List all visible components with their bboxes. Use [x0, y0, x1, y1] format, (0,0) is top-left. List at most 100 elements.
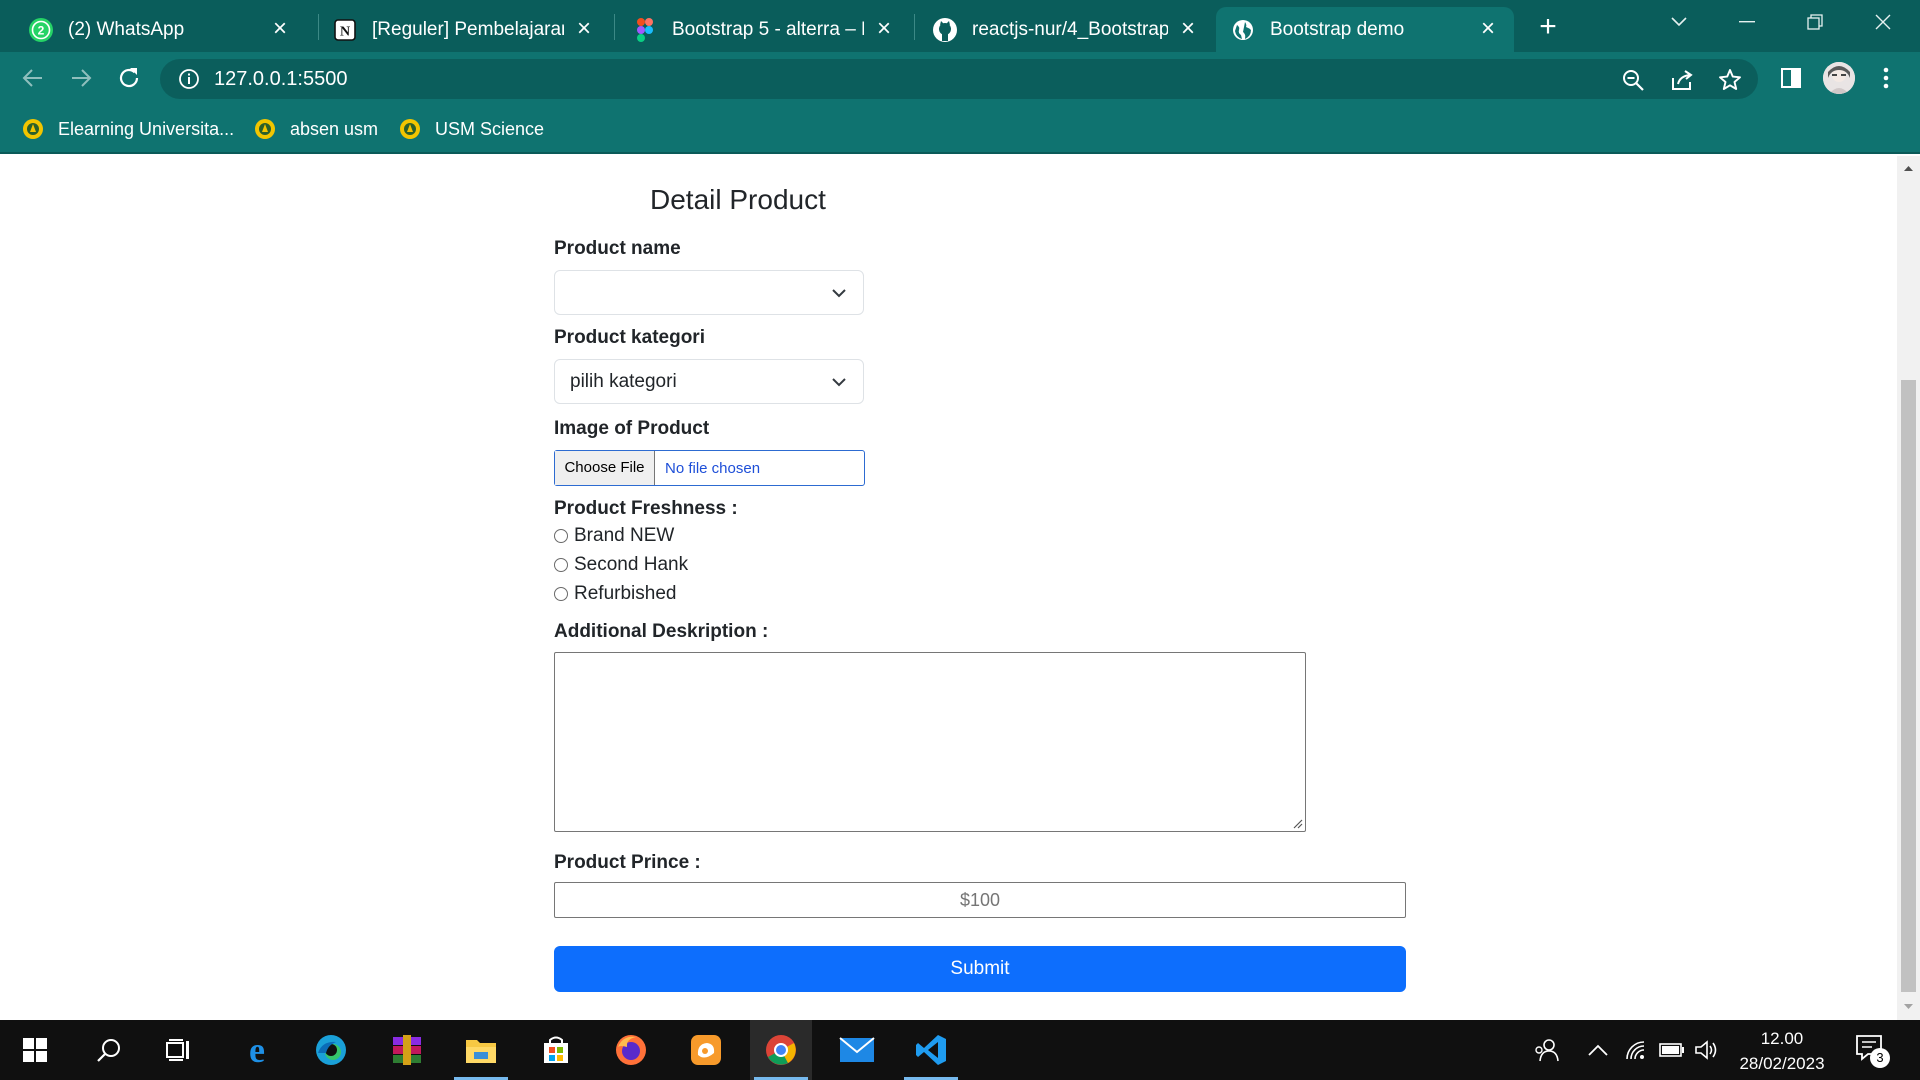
- radio-second-hank[interactable]: Second Hank: [554, 552, 688, 578]
- figma-icon: [632, 17, 658, 43]
- browser-toolbar: 127.0.0.1:5500: [0, 52, 1920, 104]
- tab-separator: [914, 14, 915, 40]
- reload-button[interactable]: [112, 61, 146, 95]
- close-tab-icon[interactable]: ×: [1176, 16, 1200, 42]
- github-icon: [932, 17, 958, 43]
- new-tab-button[interactable]: +: [1530, 10, 1566, 46]
- tab-strip: 2 (2) WhatsApp × N [Reguler] Pembelajara…: [0, 0, 1920, 52]
- close-tab-icon[interactable]: ×: [572, 16, 596, 42]
- firefox-icon[interactable]: [600, 1020, 662, 1080]
- share-icon[interactable]: [1669, 67, 1695, 93]
- bookmark-usm-science[interactable]: USM Science: [399, 116, 544, 142]
- freshness-label: Product Freshness :: [554, 498, 738, 519]
- choose-file-button[interactable]: Choose File: [555, 451, 655, 485]
- page-scrollbar[interactable]: [1897, 156, 1920, 1020]
- side-panel-icon[interactable]: [1776, 63, 1806, 93]
- search-icon[interactable]: [78, 1020, 140, 1080]
- mail-icon[interactable]: [826, 1020, 888, 1080]
- battery-icon[interactable]: [1658, 1036, 1686, 1064]
- image-file-input[interactable]: Choose File No file chosen: [554, 450, 865, 486]
- bookmark-absen-usm[interactable]: absen usm: [254, 116, 378, 142]
- category-select[interactable]: pilih kategori: [554, 359, 864, 404]
- svg-text:N: N: [340, 24, 350, 39]
- svg-text:e: e: [249, 1033, 265, 1067]
- chevron-down-icon: [832, 378, 846, 387]
- description-label: Additional Deskription :: [554, 621, 769, 642]
- radio-label: Refurbished: [574, 583, 677, 604]
- radio-button[interactable]: [554, 587, 568, 601]
- submit-button[interactable]: Submit: [554, 946, 1406, 992]
- price-label: Product Prince :: [554, 852, 701, 873]
- whatsapp-icon: 2: [28, 17, 54, 43]
- notification-center[interactable]: 3: [1854, 1032, 1890, 1068]
- vscode-icon[interactable]: [900, 1020, 962, 1080]
- globe-icon: [1230, 17, 1256, 43]
- restore-button[interactable]: [1790, 0, 1840, 44]
- tab-github[interactable]: reactjs-nur/4_Bootstrap at ×: [918, 7, 1214, 52]
- scroll-thumb[interactable]: [1901, 380, 1916, 992]
- tab-search-icon[interactable]: [1654, 0, 1704, 44]
- edge-icon[interactable]: [300, 1020, 362, 1080]
- wifi-icon[interactable]: [1622, 1036, 1650, 1064]
- zoom-icon[interactable]: [1620, 67, 1646, 93]
- svg-text:2: 2: [38, 23, 45, 37]
- tab-figma[interactable]: Bootstrap 5 - alterra – Fig ×: [618, 7, 910, 52]
- tab-whatsapp[interactable]: 2 (2) WhatsApp ×: [14, 7, 306, 52]
- menu-kebab-icon[interactable]: [1871, 63, 1901, 93]
- scroll-down-icon: [1904, 1004, 1913, 1009]
- tab-title: Bootstrap demo: [1270, 18, 1405, 40]
- tab-notion[interactable]: N [Reguler] Pembelajaran Te ×: [318, 7, 610, 52]
- forward-button[interactable]: [64, 61, 98, 95]
- category-value: pilih kategori: [570, 371, 677, 392]
- radio-button[interactable]: [554, 529, 568, 543]
- bookmark-label: Elearning Universita...: [58, 118, 235, 139]
- radio-button[interactable]: [554, 558, 568, 572]
- radio-brand-new[interactable]: Brand NEW: [554, 523, 674, 549]
- tab-separator: [614, 14, 615, 40]
- price-input[interactable]: $100: [554, 882, 1406, 918]
- bookmark-star-icon[interactable]: [1717, 67, 1743, 93]
- close-tab-icon[interactable]: ×: [1476, 16, 1500, 42]
- description-textarea[interactable]: [554, 652, 1306, 832]
- bookmark-label: absen usm: [290, 118, 379, 139]
- image-label: Image of Product: [554, 418, 710, 439]
- close-tab-icon[interactable]: ×: [268, 16, 292, 42]
- task-view-icon[interactable]: [148, 1020, 210, 1080]
- radio-refurbished[interactable]: Refurbished: [554, 581, 676, 607]
- people-icon[interactable]: [1532, 1036, 1560, 1064]
- start-button[interactable]: [4, 1020, 66, 1080]
- product-name-select[interactable]: [554, 270, 864, 315]
- notion-icon: N: [332, 17, 358, 43]
- site-info-icon[interactable]: [178, 68, 200, 90]
- tab-title: reactjs-nur/4_Bootstrap at: [972, 18, 1168, 40]
- tab-bootstrap-demo[interactable]: Bootstrap demo ×: [1216, 7, 1514, 52]
- notification-badge: 3: [1870, 1048, 1890, 1068]
- page-title: Detail Product: [650, 184, 826, 215]
- page-viewport: Detail Product Product name Product kate…: [0, 156, 1897, 1020]
- winrar-icon[interactable]: [376, 1020, 438, 1080]
- volume-icon[interactable]: [1692, 1036, 1720, 1064]
- system-clock[interactable]: 12.00 28/02/2023: [1730, 1026, 1834, 1076]
- close-window-button[interactable]: [1858, 0, 1908, 44]
- clock-time: 12.00: [1760, 1029, 1804, 1048]
- uc-browser-icon[interactable]: [675, 1020, 737, 1080]
- bookmarks-bar: Elearning Universita... absen usm USM Sc…: [0, 104, 1920, 154]
- tab-title: Bootstrap 5 - alterra – Fig: [672, 18, 864, 40]
- close-tab-icon[interactable]: ×: [872, 16, 896, 42]
- chevron-up-icon[interactable]: [1584, 1036, 1612, 1064]
- chrome-icon[interactable]: [750, 1020, 812, 1080]
- file-explorer-icon[interactable]: [450, 1020, 512, 1080]
- scroll-up-icon: [1904, 166, 1913, 171]
- radio-label: Brand NEW: [574, 525, 675, 546]
- url-text: 127.0.0.1:5500: [214, 68, 348, 90]
- profile-avatar[interactable]: [1823, 62, 1855, 94]
- back-button[interactable]: [16, 61, 50, 95]
- clock-date: 28/02/2023: [1739, 1054, 1825, 1073]
- bookmark-elearning[interactable]: Elearning Universita...: [22, 116, 234, 142]
- ie-icon[interactable]: e: [226, 1020, 288, 1080]
- file-status-text: No file chosen: [665, 460, 761, 477]
- store-icon[interactable]: [525, 1020, 587, 1080]
- radio-label: Second Hank: [574, 554, 689, 575]
- address-bar[interactable]: 127.0.0.1:5500: [160, 59, 1758, 99]
- minimize-button[interactable]: [1722, 0, 1772, 44]
